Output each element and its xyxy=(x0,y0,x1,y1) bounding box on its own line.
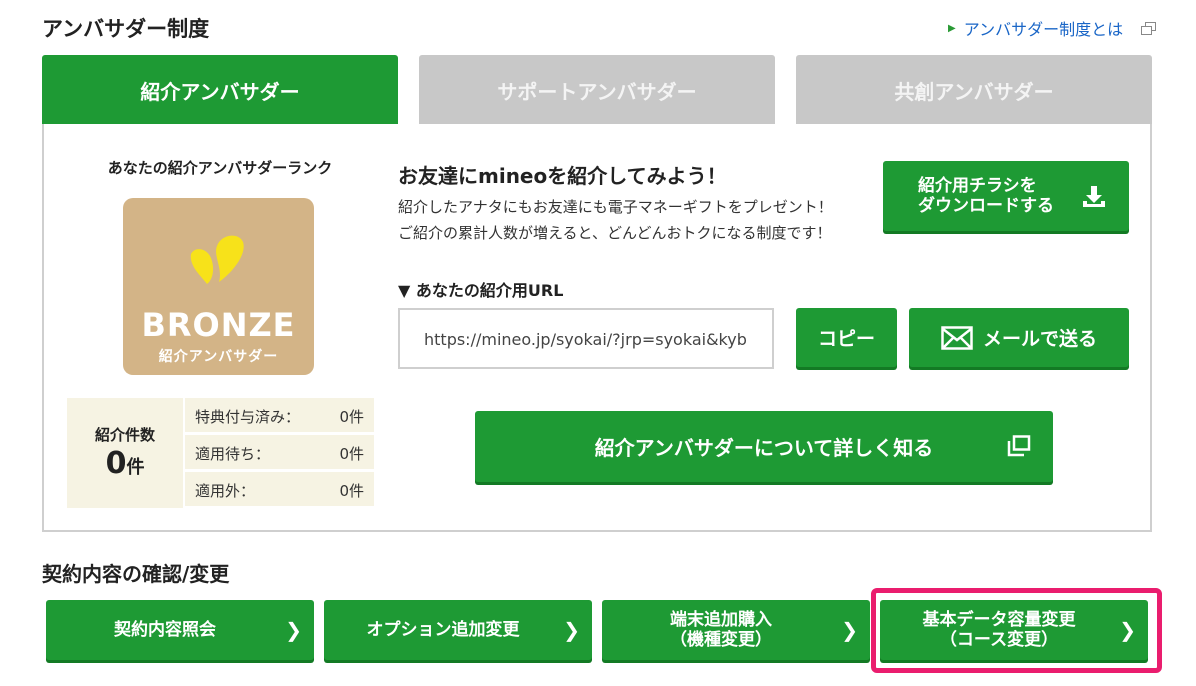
stat-row-excluded: 適用外： 0件 xyxy=(185,472,374,506)
promo-heading: お友達にmineoを紹介してみよう！ xyxy=(398,164,727,188)
new-window-icon xyxy=(1007,435,1031,457)
tab-cocreation-ambassador[interactable]: 共創アンバサダー xyxy=(796,55,1152,125)
stat-row-pending: 適用待ち： 0件 xyxy=(185,435,374,469)
send-mail-button[interactable]: メールで送る xyxy=(909,308,1129,367)
highlight-frame xyxy=(871,588,1162,673)
tab-referral-ambassador[interactable]: 紹介アンバサダー xyxy=(42,55,398,125)
chevron-right-icon: ❯ xyxy=(563,618,580,642)
rank-name: BRONZE xyxy=(141,306,296,344)
external-window-icon xyxy=(1141,22,1157,35)
tab-support-ambassador[interactable]: サポートアンバサダー xyxy=(419,55,775,125)
ambassador-about-label: アンバサダー制度とは xyxy=(963,20,1124,39)
contract-section-title: 契約内容の確認/変更 xyxy=(42,562,230,586)
rank-badge: BRONZE 紹介アンバサダー xyxy=(123,198,314,375)
rank-heading: あなたの紹介アンバサダーランク xyxy=(107,159,333,177)
referral-url-label: ▼ あなたの紹介用URL xyxy=(398,281,564,300)
learn-more-ambassador-button[interactable]: 紹介アンバサダーについて詳しく知る xyxy=(475,411,1053,482)
ambassador-about-link[interactable]: ▶ アンバサダー制度とは xyxy=(948,16,1157,40)
chevron-right-icon: ❯ xyxy=(841,618,858,642)
chevron-right-icon: ❯ xyxy=(285,618,302,642)
mail-icon xyxy=(941,325,973,350)
rank-sub: 紹介アンバサダー xyxy=(158,349,279,365)
contract-inquiry-button[interactable]: 契約内容照会 ❯ xyxy=(46,600,314,660)
ambassador-section-title: アンバサダー制度 xyxy=(42,17,210,41)
referral-url-field[interactable]: https://mineo.jp/syokai/?jrp=syokai&kyb xyxy=(398,308,774,369)
count-label: 紹介件数 xyxy=(94,426,155,444)
mineo-heart-icon xyxy=(190,235,244,284)
device-purchase-button[interactable]: 端末追加購入 （機種変更） ❯ xyxy=(602,600,870,660)
copy-button[interactable]: コピー xyxy=(796,308,897,367)
promo-line-1: 紹介したアナタにもお友達にも電子マネーギフトをプレゼント！ xyxy=(398,198,833,216)
triangle-right-icon: ▶ xyxy=(948,22,956,34)
stat-row-granted: 特典付与済み： 0件 xyxy=(185,398,374,432)
option-change-button[interactable]: オプション追加変更 ❯ xyxy=(324,600,592,660)
download-icon xyxy=(1083,186,1105,207)
download-flyer-button[interactable]: 紹介用チラシを ダウンロードする xyxy=(883,161,1129,231)
promo-line-2: ご紹介の累計人数が増えると、どんどんおトクになる制度です！ xyxy=(398,224,832,242)
count-value: 0件 xyxy=(105,446,145,481)
